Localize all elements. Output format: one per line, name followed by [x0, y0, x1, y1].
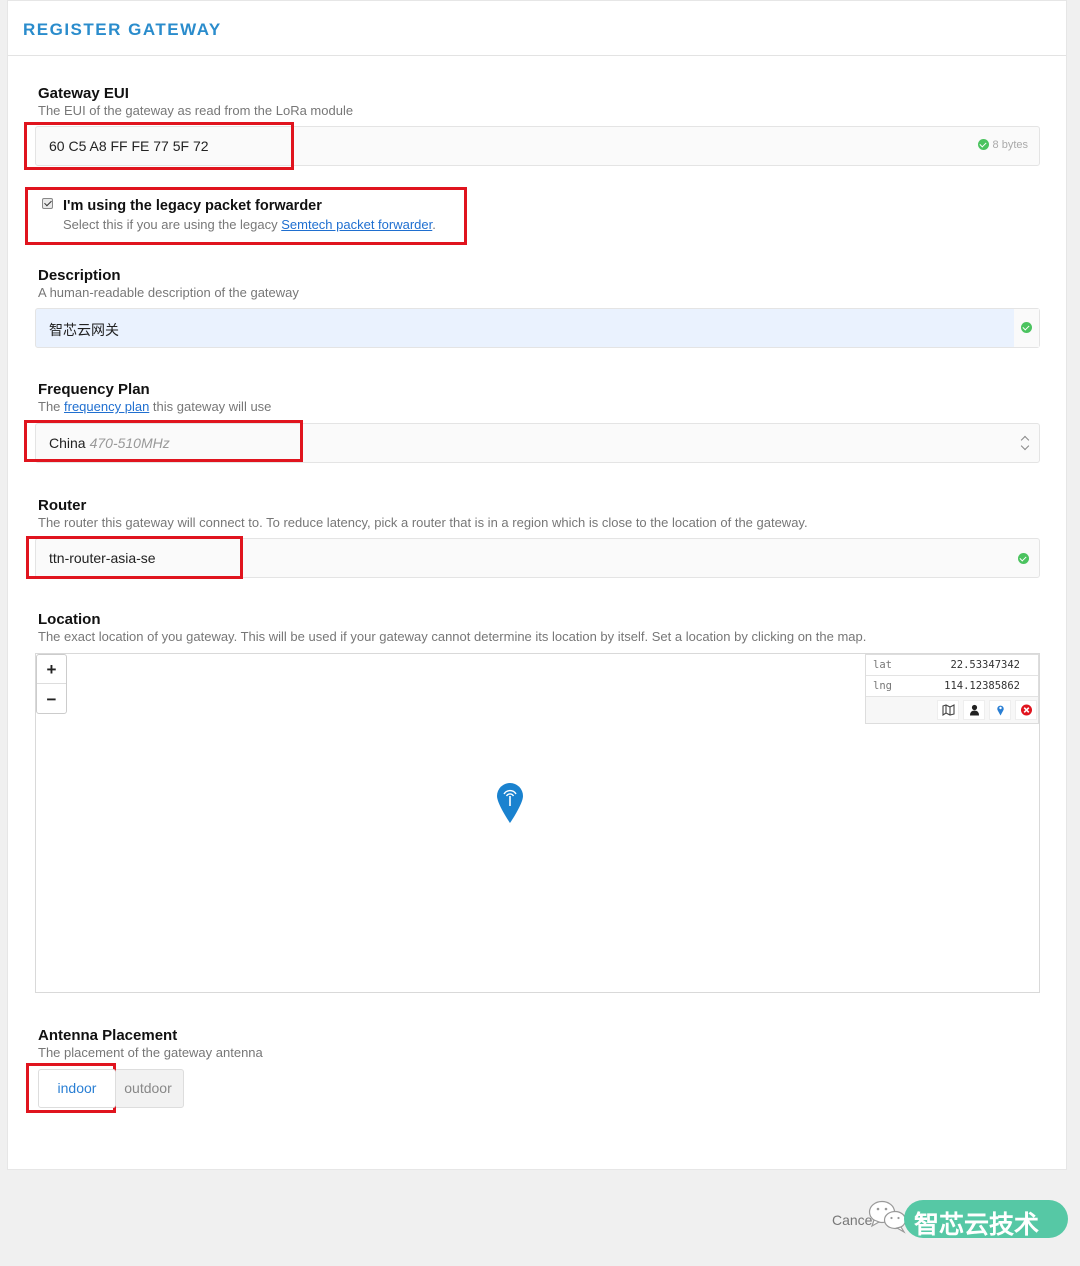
coordinates-panel: lat 22.53347342 lng 114.12385862 [865, 654, 1039, 724]
description-value: 智芯云网关 [49, 322, 119, 338]
lat-row: lat 22.53347342 [866, 655, 1038, 676]
frequency-plan-selected-range: 470-510MHz [89, 435, 170, 451]
lat-key: lat [873, 659, 892, 671]
frequency-plan-select[interactable]: China 470-510MHz [35, 423, 1040, 463]
card-header: REGISTER GATEWAY [8, 1, 1066, 56]
wechat-icon [868, 1200, 907, 1234]
gateway-eui-input[interactable]: 60 C5 A8 FF FE 77 5F 72 8 bytes [35, 126, 1040, 166]
frequency-plan-description: The frequency plan this gateway will use [38, 399, 271, 414]
antenna-description: The placement of the gateway antenna [38, 1045, 263, 1060]
frequency-plan-selected-name: China [49, 435, 86, 451]
gateway-marker-icon[interactable] [496, 782, 524, 824]
clear-icon[interactable] [1015, 700, 1037, 720]
lng-key: lng [873, 680, 892, 692]
location-map[interactable]: + − lat 22.53347342 lng 114.12385862 [35, 653, 1040, 993]
lat-value[interactable]: 22.53347342 [950, 659, 1020, 671]
cancel-button[interactable]: Cance [832, 1212, 872, 1228]
frequency-plan-link[interactable]: frequency plan [64, 399, 149, 414]
legacy-forwarder-description-end: . [432, 217, 436, 232]
router-description: The router this gateway will connect to.… [38, 515, 808, 530]
frequency-plan-description-end: this gateway will use [149, 399, 272, 414]
location-label: Location [38, 611, 101, 628]
frequency-plan-selected: China 470-510MHz [49, 435, 170, 451]
lng-row: lng 114.12385862 [866, 676, 1038, 697]
wechat-watermark: 智芯云技术 [868, 1196, 1068, 1242]
watermark-text: 智芯云技术 [914, 1211, 1040, 1239]
watermark-pill: 智芯云技术 [904, 1200, 1068, 1239]
legacy-forwarder-checkbox[interactable] [42, 198, 53, 209]
legacy-forwarder-description-text: Select this if you are using the legacy [63, 217, 282, 232]
select-arrows-icon [1021, 435, 1030, 451]
router-input[interactable]: ttn-router-asia-se [35, 538, 1040, 578]
page-title: REGISTER GATEWAY [23, 20, 222, 39]
byte-count-text: 8 bytes [992, 139, 1028, 151]
antenna-outdoor-button[interactable]: outdoor [112, 1069, 184, 1108]
description-input[interactable]: 智芯云网关 [35, 308, 1040, 348]
valid-check-icon [977, 139, 989, 150]
pin-icon[interactable] [989, 700, 1011, 720]
zoom-out-button[interactable]: − [37, 685, 66, 714]
router-label: Router [38, 497, 87, 514]
antenna-indoor-button[interactable]: indoor [38, 1069, 116, 1108]
byte-count-badge: 8 bytes [977, 139, 1028, 151]
description-help: A human-readable description of the gate… [38, 285, 299, 300]
semtech-link[interactable]: Semtech packet forwarder [281, 217, 432, 232]
map-tools [866, 697, 1038, 724]
router-value: ttn-router-asia-se [49, 550, 156, 566]
gateway-eui-label: Gateway EUI [38, 85, 129, 102]
valid-check-icon [1021, 322, 1032, 333]
map-icon[interactable] [937, 700, 959, 720]
zoom-control: + − [36, 654, 67, 714]
frequency-plan-description-text: The [38, 399, 65, 414]
user-icon[interactable] [963, 700, 985, 720]
valid-check-icon [1018, 553, 1029, 564]
gateway-eui-description: The EUI of the gateway as read from the … [38, 103, 354, 118]
valid-indicator [1014, 309, 1039, 347]
legacy-forwarder-label: I'm using the legacy packet forwarder [63, 198, 322, 214]
gateway-eui-value: 60 C5 A8 FF FE 77 5F 72 [49, 138, 209, 154]
lng-value[interactable]: 114.12385862 [944, 680, 1020, 692]
frequency-plan-label: Frequency Plan [38, 381, 150, 398]
zoom-in-button[interactable]: + [37, 655, 66, 684]
register-gateway-card: REGISTER GATEWAY Gateway EUI The EUI of … [7, 0, 1067, 1170]
legacy-forwarder-description: Select this if you are using the legacy … [63, 217, 436, 232]
location-description: The exact location of you gateway. This … [38, 629, 867, 644]
antenna-label: Antenna Placement [38, 1027, 178, 1044]
description-label: Description [38, 267, 121, 284]
